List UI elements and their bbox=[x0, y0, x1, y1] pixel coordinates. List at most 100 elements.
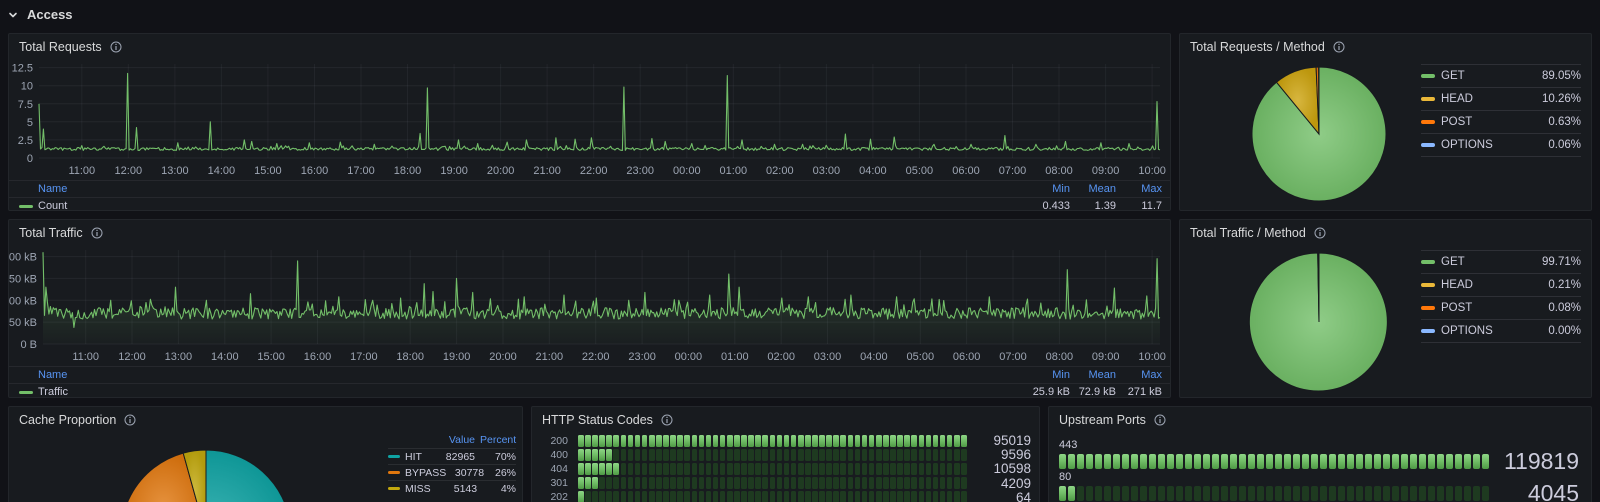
legend-item-post[interactable]: POST 0.63% bbox=[1421, 110, 1581, 133]
legend-item-get[interactable]: GET 99.71% bbox=[1421, 250, 1581, 273]
lcd-cell bbox=[1473, 485, 1480, 501]
x-tick-label: 23:00 bbox=[628, 351, 656, 363]
lcd-cell bbox=[883, 491, 889, 502]
info-icon[interactable] bbox=[110, 41, 122, 53]
lcd-cell bbox=[592, 434, 598, 447]
x-tick-label: 21:00 bbox=[533, 165, 561, 177]
lcd-cell bbox=[946, 434, 953, 447]
legend-max-header[interactable]: Max bbox=[1116, 183, 1162, 195]
lcd-cell bbox=[585, 491, 591, 502]
panel-title[interactable]: Total Traffic / Method bbox=[1190, 226, 1306, 240]
legend-min-header[interactable]: Min bbox=[1024, 183, 1070, 195]
cache-legend-item-miss[interactable]: MISS 5143 4% bbox=[388, 480, 516, 496]
lcd-cell bbox=[670, 491, 676, 502]
lcd-cell bbox=[1437, 453, 1444, 469]
lcd-cell bbox=[1248, 453, 1255, 469]
info-icon[interactable] bbox=[661, 414, 673, 426]
lcd-cell bbox=[904, 462, 910, 475]
legend-max-header[interactable]: Max bbox=[1116, 369, 1162, 381]
lcd-cell bbox=[897, 477, 903, 490]
panel-title[interactable]: Total Requests / Method bbox=[1190, 40, 1325, 54]
cache-value-header[interactable]: Value bbox=[431, 434, 475, 446]
lcd-cell bbox=[819, 477, 825, 490]
x-tick-label: 03:00 bbox=[813, 165, 841, 177]
lcd-cell bbox=[741, 434, 747, 447]
lcd-cell bbox=[592, 448, 598, 461]
info-icon[interactable] bbox=[91, 227, 103, 239]
legend-label: OPTIONS bbox=[1441, 325, 1493, 337]
cache-legend-item-bypass[interactable]: BYPASS 30778 26% bbox=[388, 464, 516, 480]
legend-name-header[interactable]: Name bbox=[19, 369, 1024, 381]
total-traffic-chart[interactable]: 11:00 12:00 13:00 14:00 15:00 16:00 17:00 18:00… bbox=[9, 246, 1170, 364]
lcd-cell bbox=[762, 462, 769, 475]
legend-item-head[interactable]: HEAD 0.21% bbox=[1421, 273, 1581, 296]
section-header-access[interactable]: Access bbox=[8, 7, 73, 22]
panel-cache-proportion: Cache Proportion Value Percent HIT 82965 7… bbox=[8, 406, 523, 502]
legend-item-post[interactable]: POST 0.08% bbox=[1421, 296, 1581, 319]
cache-proportion-legend: Value Percent HIT 82965 70% BYPASS 30778 26% M… bbox=[388, 431, 516, 496]
lcd-cell bbox=[1347, 485, 1354, 501]
lcd-cell bbox=[1086, 485, 1093, 501]
y-tick-label: 0 bbox=[27, 153, 33, 165]
legend-label: GET bbox=[1441, 256, 1465, 268]
panel-title[interactable]: Total Requests bbox=[19, 40, 102, 54]
x-tick-label: 04:00 bbox=[859, 165, 887, 177]
lcd-cell bbox=[826, 434, 832, 447]
lcd-cell bbox=[783, 491, 790, 502]
info-icon[interactable] bbox=[124, 414, 136, 426]
lcd-cell bbox=[783, 462, 790, 475]
lcd-cell bbox=[670, 462, 676, 475]
legend-mean-header[interactable]: Mean bbox=[1070, 369, 1116, 381]
y-tick-label: 200 kB bbox=[9, 252, 37, 264]
x-tick-label: 19:00 bbox=[440, 165, 468, 177]
legend-name-header[interactable]: Name bbox=[19, 183, 1024, 195]
panel-title[interactable]: Total Traffic bbox=[19, 226, 83, 240]
x-tick-label: 11:00 bbox=[72, 351, 99, 363]
lcd-cell bbox=[1428, 453, 1435, 469]
legend-item-get[interactable]: GET 89.05% bbox=[1421, 64, 1581, 87]
x-tick-label: 03:00 bbox=[814, 351, 842, 363]
lcd-cell bbox=[1482, 453, 1489, 469]
info-icon[interactable] bbox=[1314, 227, 1326, 239]
lcd-cell bbox=[1419, 453, 1426, 469]
info-icon[interactable] bbox=[1154, 414, 1166, 426]
legend-item-head[interactable]: HEAD 10.26% bbox=[1421, 87, 1581, 110]
lcd-cell bbox=[1275, 485, 1282, 501]
lcd-cell bbox=[1068, 453, 1075, 469]
series-color-marker bbox=[19, 390, 33, 394]
cache-percent-header[interactable]: Percent bbox=[480, 434, 516, 446]
legend-percent-value: 0.00% bbox=[1548, 325, 1581, 337]
lcd-cell bbox=[755, 477, 761, 490]
lcd-cell bbox=[741, 477, 747, 490]
lcd-cell bbox=[641, 462, 648, 475]
lcd-cell bbox=[790, 434, 797, 447]
legend-item-options[interactable]: OPTIONS 0.06% bbox=[1421, 133, 1581, 157]
series-label-count[interactable]: Count bbox=[38, 200, 67, 212]
legend-label: GET bbox=[1441, 70, 1465, 82]
legend-min-header[interactable]: Min bbox=[1024, 369, 1070, 381]
lcd-cells bbox=[578, 477, 967, 490]
legend-mean-header[interactable]: Mean bbox=[1070, 183, 1116, 195]
legend-color-marker bbox=[1421, 283, 1435, 287]
lcd-cell bbox=[755, 434, 761, 447]
cache-legend-item-hit[interactable]: HIT 82965 70% bbox=[388, 448, 516, 464]
panel-title[interactable]: HTTP Status Codes bbox=[542, 413, 653, 427]
lcd-cell bbox=[592, 491, 598, 502]
panel-title[interactable]: Upstream Ports bbox=[1059, 413, 1146, 427]
lcd-cell bbox=[790, 477, 797, 490]
panel-title[interactable]: Cache Proportion bbox=[19, 413, 116, 427]
y-tick-label: 50 kB bbox=[9, 317, 37, 329]
lcd-cell bbox=[691, 434, 698, 447]
info-icon[interactable] bbox=[1333, 41, 1345, 53]
lcd-cell bbox=[904, 448, 910, 461]
lcd-cell bbox=[1311, 485, 1318, 501]
legend-item-options[interactable]: OPTIONS 0.00% bbox=[1421, 319, 1581, 343]
lcd-cell bbox=[918, 434, 925, 447]
total-requests-chart[interactable]: 11:00 12:00 13:00 14:00 15:00 16:00 17:00 18:00… bbox=[9, 60, 1170, 178]
lcd-cell bbox=[620, 491, 627, 502]
lcd-cell bbox=[613, 477, 620, 490]
lcd-cell bbox=[854, 448, 861, 461]
status-code-value: 95019 bbox=[993, 433, 1031, 448]
series-label-traffic[interactable]: Traffic bbox=[38, 386, 68, 398]
lcd-cell bbox=[932, 434, 939, 447]
